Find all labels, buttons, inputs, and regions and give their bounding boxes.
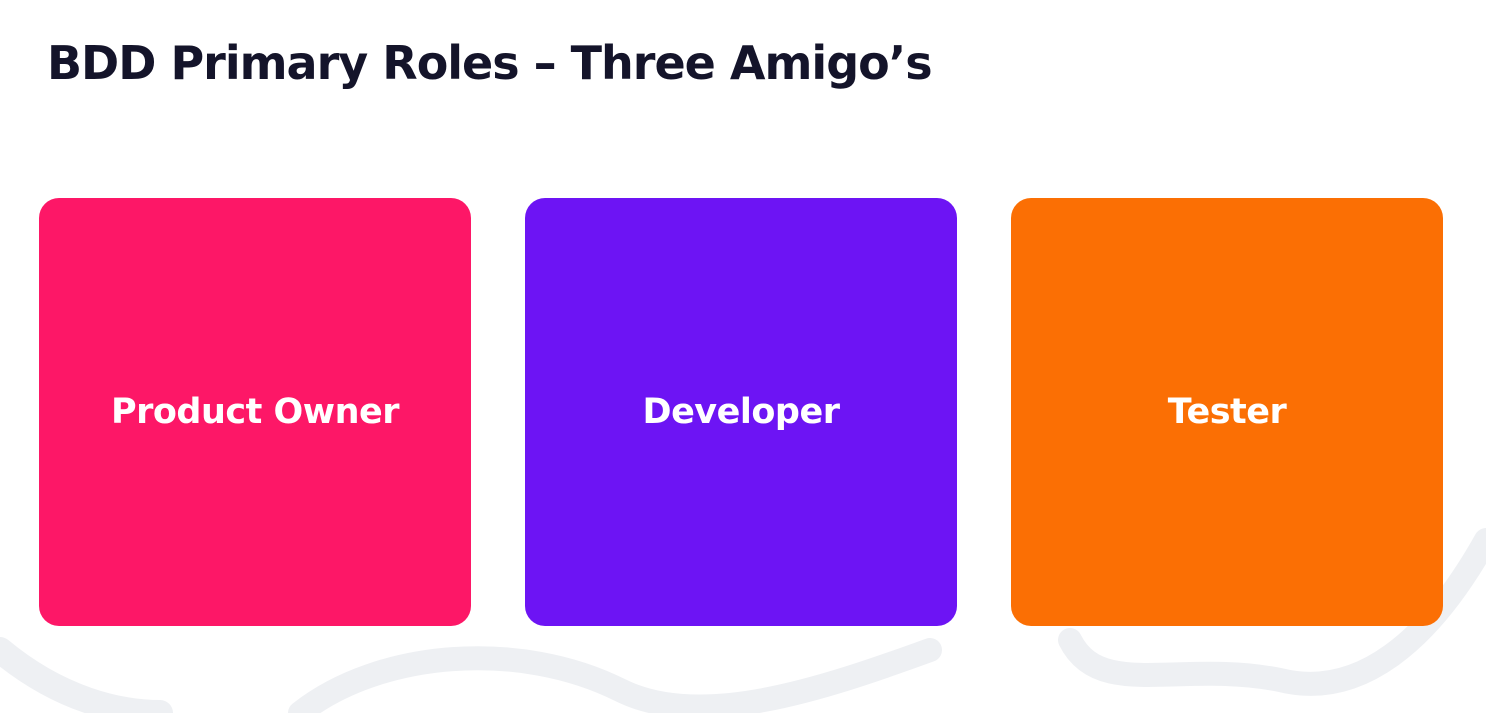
slide-title: BDD Primary Roles – Three Amigo’s	[47, 36, 933, 90]
slide: BDD Primary Roles – Three Amigo’s Produc…	[0, 0, 1486, 713]
role-card-developer: Developer	[525, 198, 957, 626]
role-label-developer: Developer	[642, 392, 840, 432]
background-curve-center	[288, 638, 942, 713]
role-label-tester: Tester	[1167, 392, 1287, 432]
background-curve-left	[0, 637, 173, 713]
role-label-product-owner: Product Owner	[110, 392, 400, 432]
role-card-tester: Tester	[1011, 198, 1443, 626]
role-card-product-owner: Product Owner	[39, 198, 471, 626]
